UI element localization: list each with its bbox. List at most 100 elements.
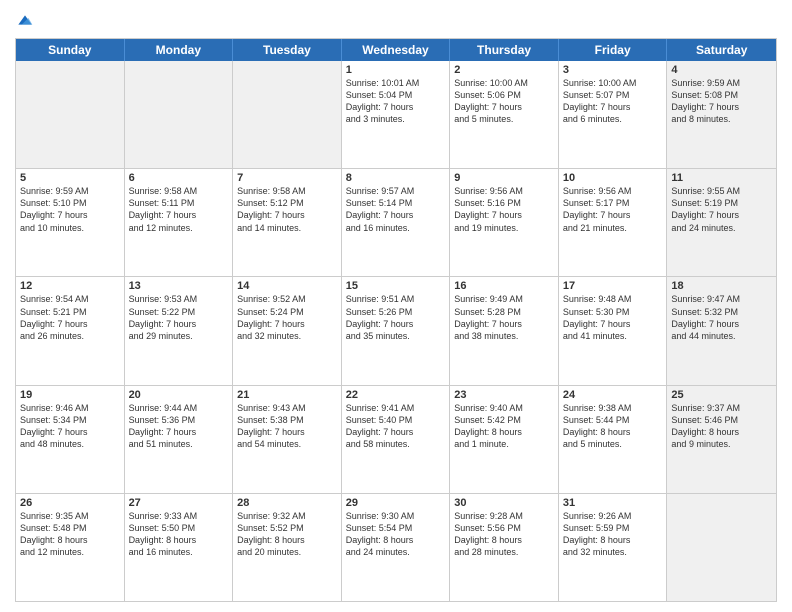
day-number: 15 xyxy=(346,280,446,292)
day-number: 12 xyxy=(20,280,120,292)
cell-detail: Sunrise: 10:00 AM Sunset: 5:07 PM Daylig… xyxy=(563,77,663,126)
cell-detail: Sunrise: 9:56 AM Sunset: 5:17 PM Dayligh… xyxy=(563,185,663,234)
calendar-cell: 30Sunrise: 9:28 AM Sunset: 5:56 PM Dayli… xyxy=(450,494,559,601)
day-number: 28 xyxy=(237,497,337,509)
calendar-cell: 16Sunrise: 9:49 AM Sunset: 5:28 PM Dayli… xyxy=(450,277,559,384)
cell-detail: Sunrise: 9:57 AM Sunset: 5:14 PM Dayligh… xyxy=(346,185,446,234)
calendar-cell: 20Sunrise: 9:44 AM Sunset: 5:36 PM Dayli… xyxy=(125,386,234,493)
cell-detail: Sunrise: 9:55 AM Sunset: 5:19 PM Dayligh… xyxy=(671,185,772,234)
calendar-header-row: SundayMondayTuesdayWednesdayThursdayFrid… xyxy=(16,39,776,61)
header-day-thursday: Thursday xyxy=(450,39,559,61)
calendar-body: 1Sunrise: 10:01 AM Sunset: 5:04 PM Dayli… xyxy=(16,61,776,601)
day-number: 19 xyxy=(20,389,120,401)
calendar-cell: 21Sunrise: 9:43 AM Sunset: 5:38 PM Dayli… xyxy=(233,386,342,493)
header-day-wednesday: Wednesday xyxy=(342,39,451,61)
day-number: 1 xyxy=(346,64,446,76)
cell-detail: Sunrise: 9:37 AM Sunset: 5:46 PM Dayligh… xyxy=(671,402,772,451)
header-day-tuesday: Tuesday xyxy=(233,39,342,61)
calendar-cell: 26Sunrise: 9:35 AM Sunset: 5:48 PM Dayli… xyxy=(16,494,125,601)
calendar-cell: 9Sunrise: 9:56 AM Sunset: 5:16 PM Daylig… xyxy=(450,169,559,276)
day-number: 8 xyxy=(346,172,446,184)
calendar-cell: 29Sunrise: 9:30 AM Sunset: 5:54 PM Dayli… xyxy=(342,494,451,601)
calendar-week-4: 19Sunrise: 9:46 AM Sunset: 5:34 PM Dayli… xyxy=(16,386,776,494)
day-number: 7 xyxy=(237,172,337,184)
calendar-cell: 28Sunrise: 9:32 AM Sunset: 5:52 PM Dayli… xyxy=(233,494,342,601)
calendar-cell: 25Sunrise: 9:37 AM Sunset: 5:46 PM Dayli… xyxy=(667,386,776,493)
calendar-cell: 7Sunrise: 9:58 AM Sunset: 5:12 PM Daylig… xyxy=(233,169,342,276)
day-number: 16 xyxy=(454,280,554,292)
day-number: 31 xyxy=(563,497,663,509)
calendar-cell: 27Sunrise: 9:33 AM Sunset: 5:50 PM Dayli… xyxy=(125,494,234,601)
day-number: 10 xyxy=(563,172,663,184)
calendar-cell: 31Sunrise: 9:26 AM Sunset: 5:59 PM Dayli… xyxy=(559,494,668,601)
calendar-week-3: 12Sunrise: 9:54 AM Sunset: 5:21 PM Dayli… xyxy=(16,277,776,385)
cell-detail: Sunrise: 9:44 AM Sunset: 5:36 PM Dayligh… xyxy=(129,402,229,451)
calendar-cell xyxy=(233,61,342,168)
cell-detail: Sunrise: 9:32 AM Sunset: 5:52 PM Dayligh… xyxy=(237,510,337,559)
cell-detail: Sunrise: 9:58 AM Sunset: 5:12 PM Dayligh… xyxy=(237,185,337,234)
calendar-cell: 5Sunrise: 9:59 AM Sunset: 5:10 PM Daylig… xyxy=(16,169,125,276)
cell-detail: Sunrise: 9:46 AM Sunset: 5:34 PM Dayligh… xyxy=(20,402,120,451)
day-number: 22 xyxy=(346,389,446,401)
day-number: 18 xyxy=(671,280,772,292)
cell-detail: Sunrise: 9:52 AM Sunset: 5:24 PM Dayligh… xyxy=(237,293,337,342)
cell-detail: Sunrise: 9:53 AM Sunset: 5:22 PM Dayligh… xyxy=(129,293,229,342)
cell-detail: Sunrise: 9:28 AM Sunset: 5:56 PM Dayligh… xyxy=(454,510,554,559)
calendar-cell xyxy=(667,494,776,601)
cell-detail: Sunrise: 9:59 AM Sunset: 5:10 PM Dayligh… xyxy=(20,185,120,234)
cell-detail: Sunrise: 9:26 AM Sunset: 5:59 PM Dayligh… xyxy=(563,510,663,559)
cell-detail: Sunrise: 9:30 AM Sunset: 5:54 PM Dayligh… xyxy=(346,510,446,559)
header-day-friday: Friday xyxy=(559,39,668,61)
day-number: 9 xyxy=(454,172,554,184)
calendar-cell xyxy=(16,61,125,168)
calendar-cell: 10Sunrise: 9:56 AM Sunset: 5:17 PM Dayli… xyxy=(559,169,668,276)
calendar-cell: 4Sunrise: 9:59 AM Sunset: 5:08 PM Daylig… xyxy=(667,61,776,168)
day-number: 26 xyxy=(20,497,120,509)
header-day-monday: Monday xyxy=(125,39,234,61)
cell-detail: Sunrise: 9:58 AM Sunset: 5:11 PM Dayligh… xyxy=(129,185,229,234)
day-number: 20 xyxy=(129,389,229,401)
cell-detail: Sunrise: 9:59 AM Sunset: 5:08 PM Dayligh… xyxy=(671,77,772,126)
day-number: 25 xyxy=(671,389,772,401)
day-number: 17 xyxy=(563,280,663,292)
day-number: 5 xyxy=(20,172,120,184)
calendar: SundayMondayTuesdayWednesdayThursdayFrid… xyxy=(15,38,777,602)
calendar-cell: 17Sunrise: 9:48 AM Sunset: 5:30 PM Dayli… xyxy=(559,277,668,384)
calendar-cell: 15Sunrise: 9:51 AM Sunset: 5:26 PM Dayli… xyxy=(342,277,451,384)
day-number: 30 xyxy=(454,497,554,509)
cell-detail: Sunrise: 9:35 AM Sunset: 5:48 PM Dayligh… xyxy=(20,510,120,559)
header-day-sunday: Sunday xyxy=(16,39,125,61)
cell-detail: Sunrise: 10:00 AM Sunset: 5:06 PM Daylig… xyxy=(454,77,554,126)
cell-detail: Sunrise: 9:56 AM Sunset: 5:16 PM Dayligh… xyxy=(454,185,554,234)
calendar-cell: 23Sunrise: 9:40 AM Sunset: 5:42 PM Dayli… xyxy=(450,386,559,493)
calendar-cell: 13Sunrise: 9:53 AM Sunset: 5:22 PM Dayli… xyxy=(125,277,234,384)
calendar-cell: 24Sunrise: 9:38 AM Sunset: 5:44 PM Dayli… xyxy=(559,386,668,493)
cell-detail: Sunrise: 9:43 AM Sunset: 5:38 PM Dayligh… xyxy=(237,402,337,451)
day-number: 23 xyxy=(454,389,554,401)
cell-detail: Sunrise: 9:33 AM Sunset: 5:50 PM Dayligh… xyxy=(129,510,229,559)
day-number: 24 xyxy=(563,389,663,401)
header xyxy=(15,10,777,30)
day-number: 21 xyxy=(237,389,337,401)
cell-detail: Sunrise: 9:48 AM Sunset: 5:30 PM Dayligh… xyxy=(563,293,663,342)
calendar-cell: 11Sunrise: 9:55 AM Sunset: 5:19 PM Dayli… xyxy=(667,169,776,276)
calendar-cell: 8Sunrise: 9:57 AM Sunset: 5:14 PM Daylig… xyxy=(342,169,451,276)
logo xyxy=(15,10,39,30)
calendar-cell: 19Sunrise: 9:46 AM Sunset: 5:34 PM Dayli… xyxy=(16,386,125,493)
calendar-cell: 12Sunrise: 9:54 AM Sunset: 5:21 PM Dayli… xyxy=(16,277,125,384)
day-number: 29 xyxy=(346,497,446,509)
calendar-cell xyxy=(125,61,234,168)
day-number: 4 xyxy=(671,64,772,76)
day-number: 14 xyxy=(237,280,337,292)
cell-detail: Sunrise: 9:51 AM Sunset: 5:26 PM Dayligh… xyxy=(346,293,446,342)
calendar-week-2: 5Sunrise: 9:59 AM Sunset: 5:10 PM Daylig… xyxy=(16,169,776,277)
logo-icon xyxy=(15,10,35,30)
cell-detail: Sunrise: 9:38 AM Sunset: 5:44 PM Dayligh… xyxy=(563,402,663,451)
cell-detail: Sunrise: 9:41 AM Sunset: 5:40 PM Dayligh… xyxy=(346,402,446,451)
cell-detail: Sunrise: 9:54 AM Sunset: 5:21 PM Dayligh… xyxy=(20,293,120,342)
calendar-cell: 2Sunrise: 10:00 AM Sunset: 5:06 PM Dayli… xyxy=(450,61,559,168)
cell-detail: Sunrise: 9:40 AM Sunset: 5:42 PM Dayligh… xyxy=(454,402,554,451)
page: SundayMondayTuesdayWednesdayThursdayFrid… xyxy=(0,0,792,612)
header-day-saturday: Saturday xyxy=(667,39,776,61)
calendar-cell: 18Sunrise: 9:47 AM Sunset: 5:32 PM Dayli… xyxy=(667,277,776,384)
